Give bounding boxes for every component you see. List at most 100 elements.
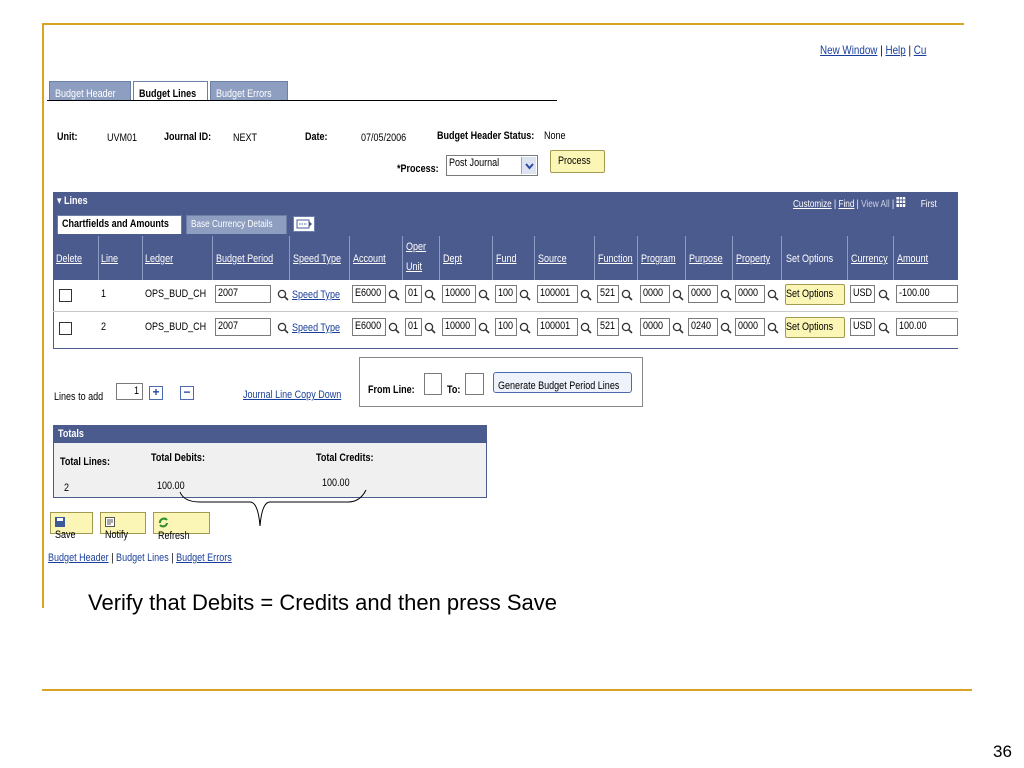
magnifier-icon[interactable]	[767, 288, 779, 301]
magnifier-icon[interactable]	[720, 288, 732, 301]
journal-line-copy-down-link[interactable]: Journal Line Copy Down	[243, 389, 341, 401]
col-ledger[interactable]: Ledger	[145, 253, 173, 265]
ledger-value: OPS_BUD_CH	[145, 321, 207, 333]
account-field[interactable]: E6000	[352, 318, 386, 336]
col-account[interactable]: Account	[353, 253, 386, 265]
amount-field[interactable]: -100.00	[896, 285, 958, 303]
status-value: None	[544, 130, 566, 142]
col-property[interactable]: Property	[736, 253, 770, 265]
delete-checkbox[interactable]	[59, 289, 72, 302]
currency-field[interactable]: USD	[850, 318, 875, 336]
source-field[interactable]: 100001	[537, 285, 578, 303]
program-field[interactable]: 0000	[640, 318, 670, 336]
delete-row-button[interactable]: −	[180, 386, 194, 400]
tab-budget-header[interactable]: Budget Header	[49, 81, 131, 100]
magnifier-icon[interactable]	[277, 288, 289, 301]
fund-field[interactable]: 100	[495, 318, 517, 336]
lines-to-add-input[interactable]: 1	[116, 383, 143, 400]
col-amount[interactable]: Amount	[897, 253, 928, 265]
magnifier-icon[interactable]	[388, 288, 400, 301]
magnifier-icon[interactable]	[424, 321, 436, 334]
from-line-input[interactable]	[424, 373, 442, 395]
set-options-button[interactable]: Set Options	[785, 284, 845, 305]
magnifier-icon[interactable]	[767, 321, 779, 334]
save-button[interactable]: Save	[50, 512, 93, 541]
cu-link[interactable]: Cu	[914, 43, 927, 57]
to-line-input[interactable]	[465, 373, 484, 395]
col-oper[interactable]: Oper	[406, 241, 426, 253]
magnifier-icon[interactable]	[720, 321, 732, 334]
col-purpose[interactable]: Purpose	[689, 253, 723, 265]
tab-base-currency-details[interactable]: Base Currency Details	[186, 215, 287, 234]
col-currency[interactable]: Currency	[851, 253, 888, 265]
magnifier-icon[interactable]	[878, 288, 890, 301]
budget-lines-link[interactable]: Budget Lines	[116, 552, 169, 564]
purpose-field[interactable]: 0000	[688, 285, 718, 303]
chevron-down-icon[interactable]	[521, 157, 536, 174]
notify-button[interactable]: Notify	[100, 512, 146, 541]
fund-field[interactable]: 100	[495, 285, 517, 303]
process-button[interactable]: Process	[550, 150, 605, 173]
magnifier-icon[interactable]	[424, 288, 436, 301]
col-function[interactable]: Function	[598, 253, 633, 265]
delete-checkbox[interactable]	[59, 322, 72, 335]
magnifier-icon[interactable]	[388, 321, 400, 334]
speed-type-link[interactable]: Speed Type	[292, 322, 340, 334]
property-field[interactable]: 0000	[735, 285, 765, 303]
col-source[interactable]: Source	[538, 253, 567, 265]
magnifier-icon[interactable]	[277, 321, 289, 334]
col-unit[interactable]: Unit	[406, 261, 422, 273]
source-field[interactable]: 100001	[537, 318, 578, 336]
magnifier-icon[interactable]	[672, 288, 684, 301]
col-dept[interactable]: Dept	[443, 253, 462, 265]
function-field[interactable]: 521	[597, 285, 619, 303]
tab-chartfields-amounts[interactable]: Chartfields and Amounts	[57, 215, 182, 234]
magnifier-icon[interactable]	[580, 288, 592, 301]
account-field[interactable]: E6000	[352, 285, 386, 303]
help-link[interactable]: Help	[885, 43, 905, 57]
magnifier-icon[interactable]	[478, 321, 490, 334]
tab-budget-errors[interactable]: Budget Errors	[210, 81, 288, 100]
dept-field[interactable]: 10000	[442, 285, 476, 303]
magnifier-icon[interactable]	[519, 321, 531, 334]
magnifier-icon[interactable]	[478, 288, 490, 301]
new-window-link[interactable]: New Window	[820, 43, 877, 57]
col-program[interactable]: Program	[641, 253, 676, 265]
line-number: 2	[101, 321, 107, 333]
magnifier-icon[interactable]	[878, 321, 890, 334]
period-field[interactable]: 2007	[215, 285, 271, 303]
col-delete[interactable]: Delete	[56, 253, 82, 265]
magnifier-icon[interactable]	[621, 321, 633, 334]
currency-field[interactable]: USD	[850, 285, 875, 303]
magnifier-icon[interactable]	[580, 321, 592, 334]
lines-title[interactable]: ▾ Lines	[57, 194, 88, 207]
col-budget-period[interactable]: Budget Period	[216, 253, 273, 265]
oper-field[interactable]: 01	[405, 318, 422, 336]
process-select[interactable]: Post Journal	[446, 155, 538, 176]
budget-errors-link[interactable]: Budget Errors	[176, 552, 232, 564]
program-field[interactable]: 0000	[640, 285, 670, 303]
col-speed-type[interactable]: Speed Type	[293, 253, 341, 265]
magnifier-icon[interactable]	[621, 288, 633, 301]
amount-field[interactable]: 100.00	[896, 318, 958, 336]
generate-budget-period-lines-button[interactable]: Generate Budget Period Lines	[493, 372, 632, 393]
magnifier-icon[interactable]	[519, 288, 531, 301]
column-separator	[492, 236, 493, 280]
speed-type-link[interactable]: Speed Type	[292, 289, 340, 301]
grid-view-icon[interactable]	[293, 216, 315, 232]
refresh-button[interactable]: Refresh	[153, 512, 210, 542]
col-fund[interactable]: Fund	[496, 253, 517, 265]
property-field[interactable]: 0000	[735, 318, 765, 336]
tab-budget-lines[interactable]: Budget Lines	[133, 81, 208, 100]
col-line[interactable]: Line	[101, 253, 118, 265]
period-field[interactable]: 2007	[215, 318, 271, 336]
function-field[interactable]: 521	[597, 318, 619, 336]
budget-header-link[interactable]: Budget Header	[48, 552, 109, 564]
oper-field[interactable]: 01	[405, 285, 422, 303]
purpose-field[interactable]: 0240	[688, 318, 718, 336]
add-row-button[interactable]: +	[149, 386, 163, 400]
process-label: *Process:	[397, 163, 439, 175]
set-options-button[interactable]: Set Options	[785, 317, 845, 338]
dept-field[interactable]: 10000	[442, 318, 476, 336]
magnifier-icon[interactable]	[672, 321, 684, 334]
